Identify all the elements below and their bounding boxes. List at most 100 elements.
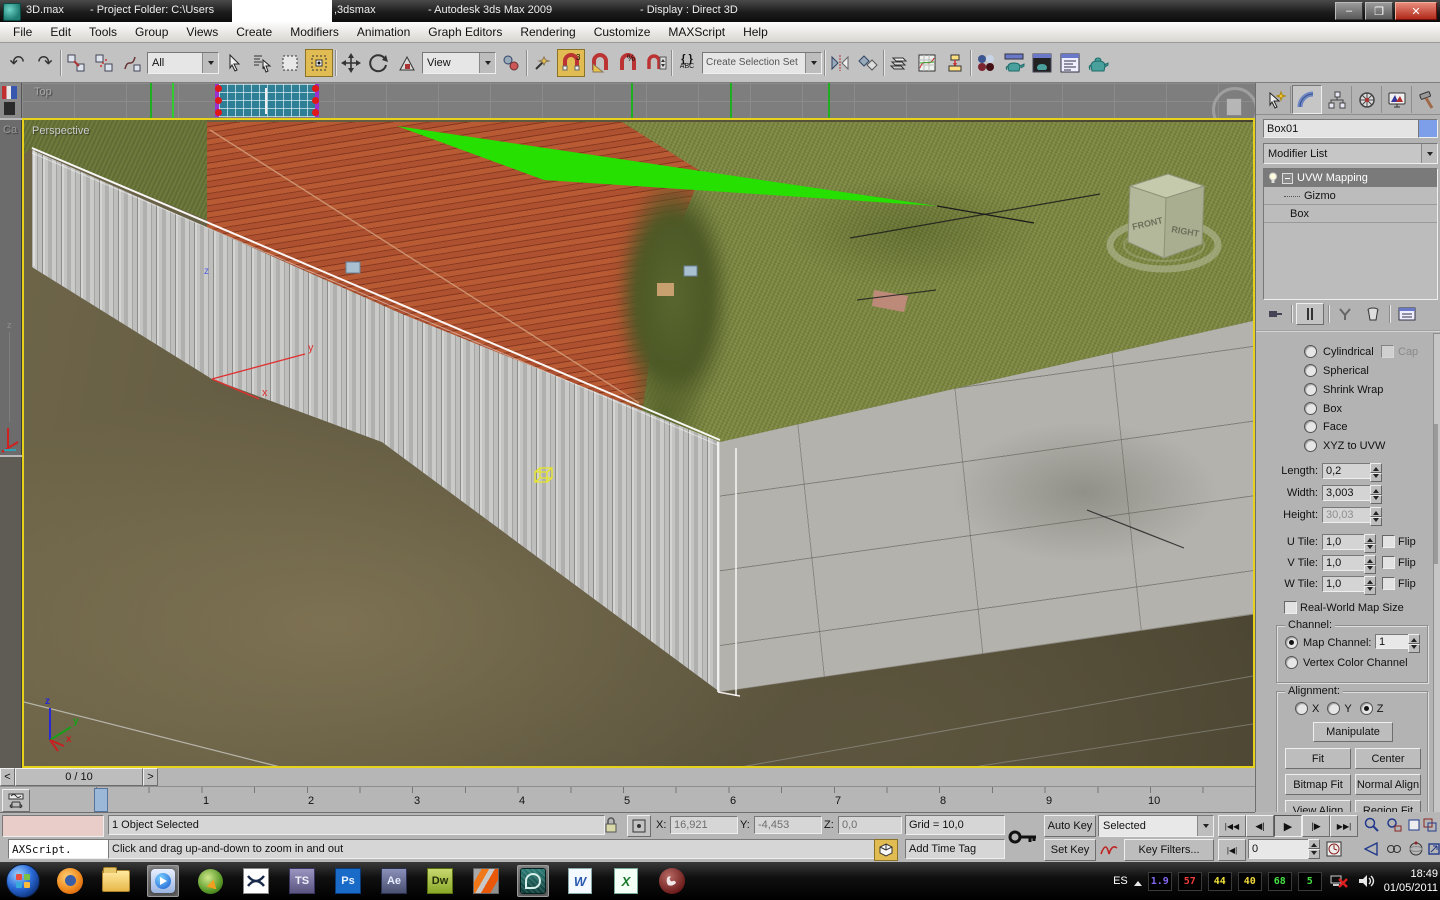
- u-flip-checkbox[interactable]: [1382, 535, 1395, 548]
- pin-stack-icon[interactable]: [1263, 304, 1287, 324]
- named-selection-sets-icon[interactable]: { } ABC: [674, 50, 700, 76]
- menu-graph-editors[interactable]: Graph Editors: [419, 22, 511, 42]
- curve-editor-icon[interactable]: [914, 50, 940, 76]
- configure-modifier-sets-icon[interactable]: [1394, 304, 1420, 324]
- close-button[interactable]: ✕: [1395, 2, 1437, 20]
- render-dialog-icon[interactable]: [1057, 50, 1083, 76]
- tab-modify-icon[interactable]: [1292, 85, 1322, 114]
- time-slider-handle[interactable]: 0 / 10: [15, 768, 143, 786]
- zoom-extents-all-icon[interactable]: [1422, 815, 1438, 835]
- taskbar-3dsmax-icon[interactable]: [517, 865, 549, 897]
- select-by-name-icon[interactable]: [249, 50, 275, 76]
- tab-utilities-icon[interactable]: [1413, 86, 1440, 113]
- track-ruler[interactable]: 0 1 2 3 4 5 6 7 8 9 10: [96, 787, 1255, 811]
- zoom-all-icon[interactable]: [1384, 815, 1404, 835]
- spinner-snap-icon[interactable]: [643, 50, 669, 76]
- menu-help[interactable]: Help: [734, 22, 777, 42]
- lightbulb-icon[interactable]: [1268, 172, 1278, 184]
- taskbar-xfire-icon[interactable]: [241, 866, 271, 896]
- stack-item-uvw-mapping[interactable]: UVW Mapping: [1264, 169, 1437, 187]
- taskbar-phone-icon[interactable]: [657, 866, 687, 896]
- mini-icon-colored[interactable]: [2, 86, 17, 99]
- current-frame-field[interactable]: 0: [1248, 839, 1314, 859]
- key-scope-arrow[interactable]: [1197, 816, 1213, 836]
- field-of-view-icon[interactable]: [1362, 839, 1382, 859]
- option-spherical[interactable]: Spherical: [1304, 364, 1369, 377]
- time-slider-track[interactable]: [158, 769, 1255, 785]
- fit-button[interactable]: Fit: [1285, 748, 1351, 769]
- pan-view-icon[interactable]: [1384, 839, 1404, 859]
- tray-expand-arrow[interactable]: [1133, 877, 1142, 886]
- window-crossing-toggle-icon[interactable]: [305, 48, 333, 77]
- time-configuration-icon[interactable]: [1324, 839, 1344, 859]
- viewport-front-sliver[interactable]: [0, 457, 23, 768]
- option-cylindrical[interactable]: Cylindrical: [1304, 345, 1374, 358]
- taskbar-aftereffects-icon[interactable]: Ae: [379, 866, 409, 896]
- option-xyz-to-uvw[interactable]: XYZ to UVW: [1304, 439, 1385, 452]
- auto-key-button[interactable]: Auto Key: [1044, 815, 1096, 837]
- coord-y-field[interactable]: -4,453: [754, 816, 822, 834]
- real-world-checkbox[interactable]: [1284, 601, 1297, 614]
- play-button[interactable]: ▶: [1274, 815, 1302, 837]
- map-channel-spinner[interactable]: [1408, 634, 1420, 653]
- set-key-curve-icon[interactable]: [1098, 839, 1120, 859]
- menu-views[interactable]: Views: [177, 22, 227, 42]
- width-spinner[interactable]: [1370, 485, 1382, 504]
- expand-box-icon[interactable]: [1282, 172, 1293, 184]
- snap-toggle-3d-icon[interactable]: 3: [557, 48, 585, 77]
- bind-to-spacewarp-icon[interactable]: [119, 50, 145, 76]
- option-box[interactable]: Box: [1304, 402, 1342, 415]
- mini-icon-dark[interactable]: [4, 102, 15, 115]
- select-and-scale-icon[interactable]: [394, 50, 420, 76]
- menu-group[interactable]: Group: [126, 22, 177, 42]
- undo-icon[interactable]: ↶: [4, 50, 30, 76]
- schematic-view-icon[interactable]: [942, 50, 968, 76]
- time-slider-next-button[interactable]: >: [143, 768, 158, 786]
- top-view-selected-object[interactable]: [215, 84, 319, 117]
- maxscript-mini-listener[interactable]: AXScript.: [8, 839, 110, 859]
- time-slider-prev-button[interactable]: <: [0, 768, 15, 786]
- selection-filter-select[interactable]: All: [147, 51, 219, 74]
- rendered-frame-window-icon[interactable]: [1029, 50, 1055, 76]
- show-end-result-icon[interactable]: [1296, 303, 1324, 325]
- zoom-extents-icon[interactable]: [1406, 815, 1422, 835]
- modifier-list-arrow[interactable]: [1421, 144, 1437, 163]
- isometric-view-icon[interactable]: [874, 839, 898, 861]
- selection-filter-arrow[interactable]: [202, 52, 218, 73]
- menu-rendering[interactable]: Rendering: [511, 22, 584, 42]
- percent-snap-icon[interactable]: %: [615, 50, 641, 76]
- menu-edit[interactable]: Edit: [41, 22, 80, 42]
- cap-checkbox[interactable]: Cap: [1381, 345, 1418, 358]
- align-z-radio[interactable]: Z: [1359, 702, 1383, 715]
- stack-item-gizmo[interactable]: Gizmo: [1264, 187, 1437, 205]
- view-align-button[interactable]: View Align: [1285, 800, 1351, 812]
- mirror-icon[interactable]: [827, 50, 853, 76]
- material-editor-icon[interactable]: [973, 50, 999, 76]
- layer-manager-icon[interactable]: [886, 50, 912, 76]
- make-unique-icon[interactable]: [1333, 304, 1357, 324]
- u-tile-spinner[interactable]: [1364, 534, 1376, 553]
- rectangular-selection-region-icon[interactable]: [277, 50, 303, 76]
- coord-x-field[interactable]: 16,921: [670, 816, 738, 834]
- named-selection-set-input[interactable]: Create Selection Set: [702, 51, 822, 74]
- menu-customize[interactable]: Customize: [585, 22, 660, 42]
- tray-language[interactable]: ES: [1113, 875, 1128, 887]
- option-face[interactable]: Face: [1304, 420, 1347, 433]
- minimize-button[interactable]: –: [1335, 2, 1363, 20]
- region-fit-button[interactable]: Region Fit: [1355, 800, 1421, 812]
- use-pivot-center-icon[interactable]: [498, 50, 524, 76]
- height-spinner[interactable]: [1370, 507, 1382, 526]
- taskbar-explorer-icon[interactable]: [101, 866, 131, 896]
- key-mode-toggle-button[interactable]: |◀|: [1218, 839, 1246, 861]
- coord-z-field[interactable]: 0,0: [838, 816, 902, 834]
- redo-icon[interactable]: ↷: [32, 50, 58, 76]
- align-x-radio[interactable]: X: [1295, 702, 1319, 715]
- taskbar-autodesk-app-icon[interactable]: [471, 866, 501, 896]
- w-tile-field[interactable]: 1,0: [1322, 576, 1370, 592]
- length-field[interactable]: 0,2: [1322, 463, 1376, 479]
- length-spinner[interactable]: [1370, 463, 1382, 482]
- v-flip-checkbox[interactable]: [1382, 556, 1395, 569]
- object-name-field[interactable]: Box01: [1263, 119, 1421, 138]
- maxscript-mini-listener-pink[interactable]: [2, 815, 104, 837]
- vertex-color-radio[interactable]: Vertex Color Channel: [1285, 656, 1427, 669]
